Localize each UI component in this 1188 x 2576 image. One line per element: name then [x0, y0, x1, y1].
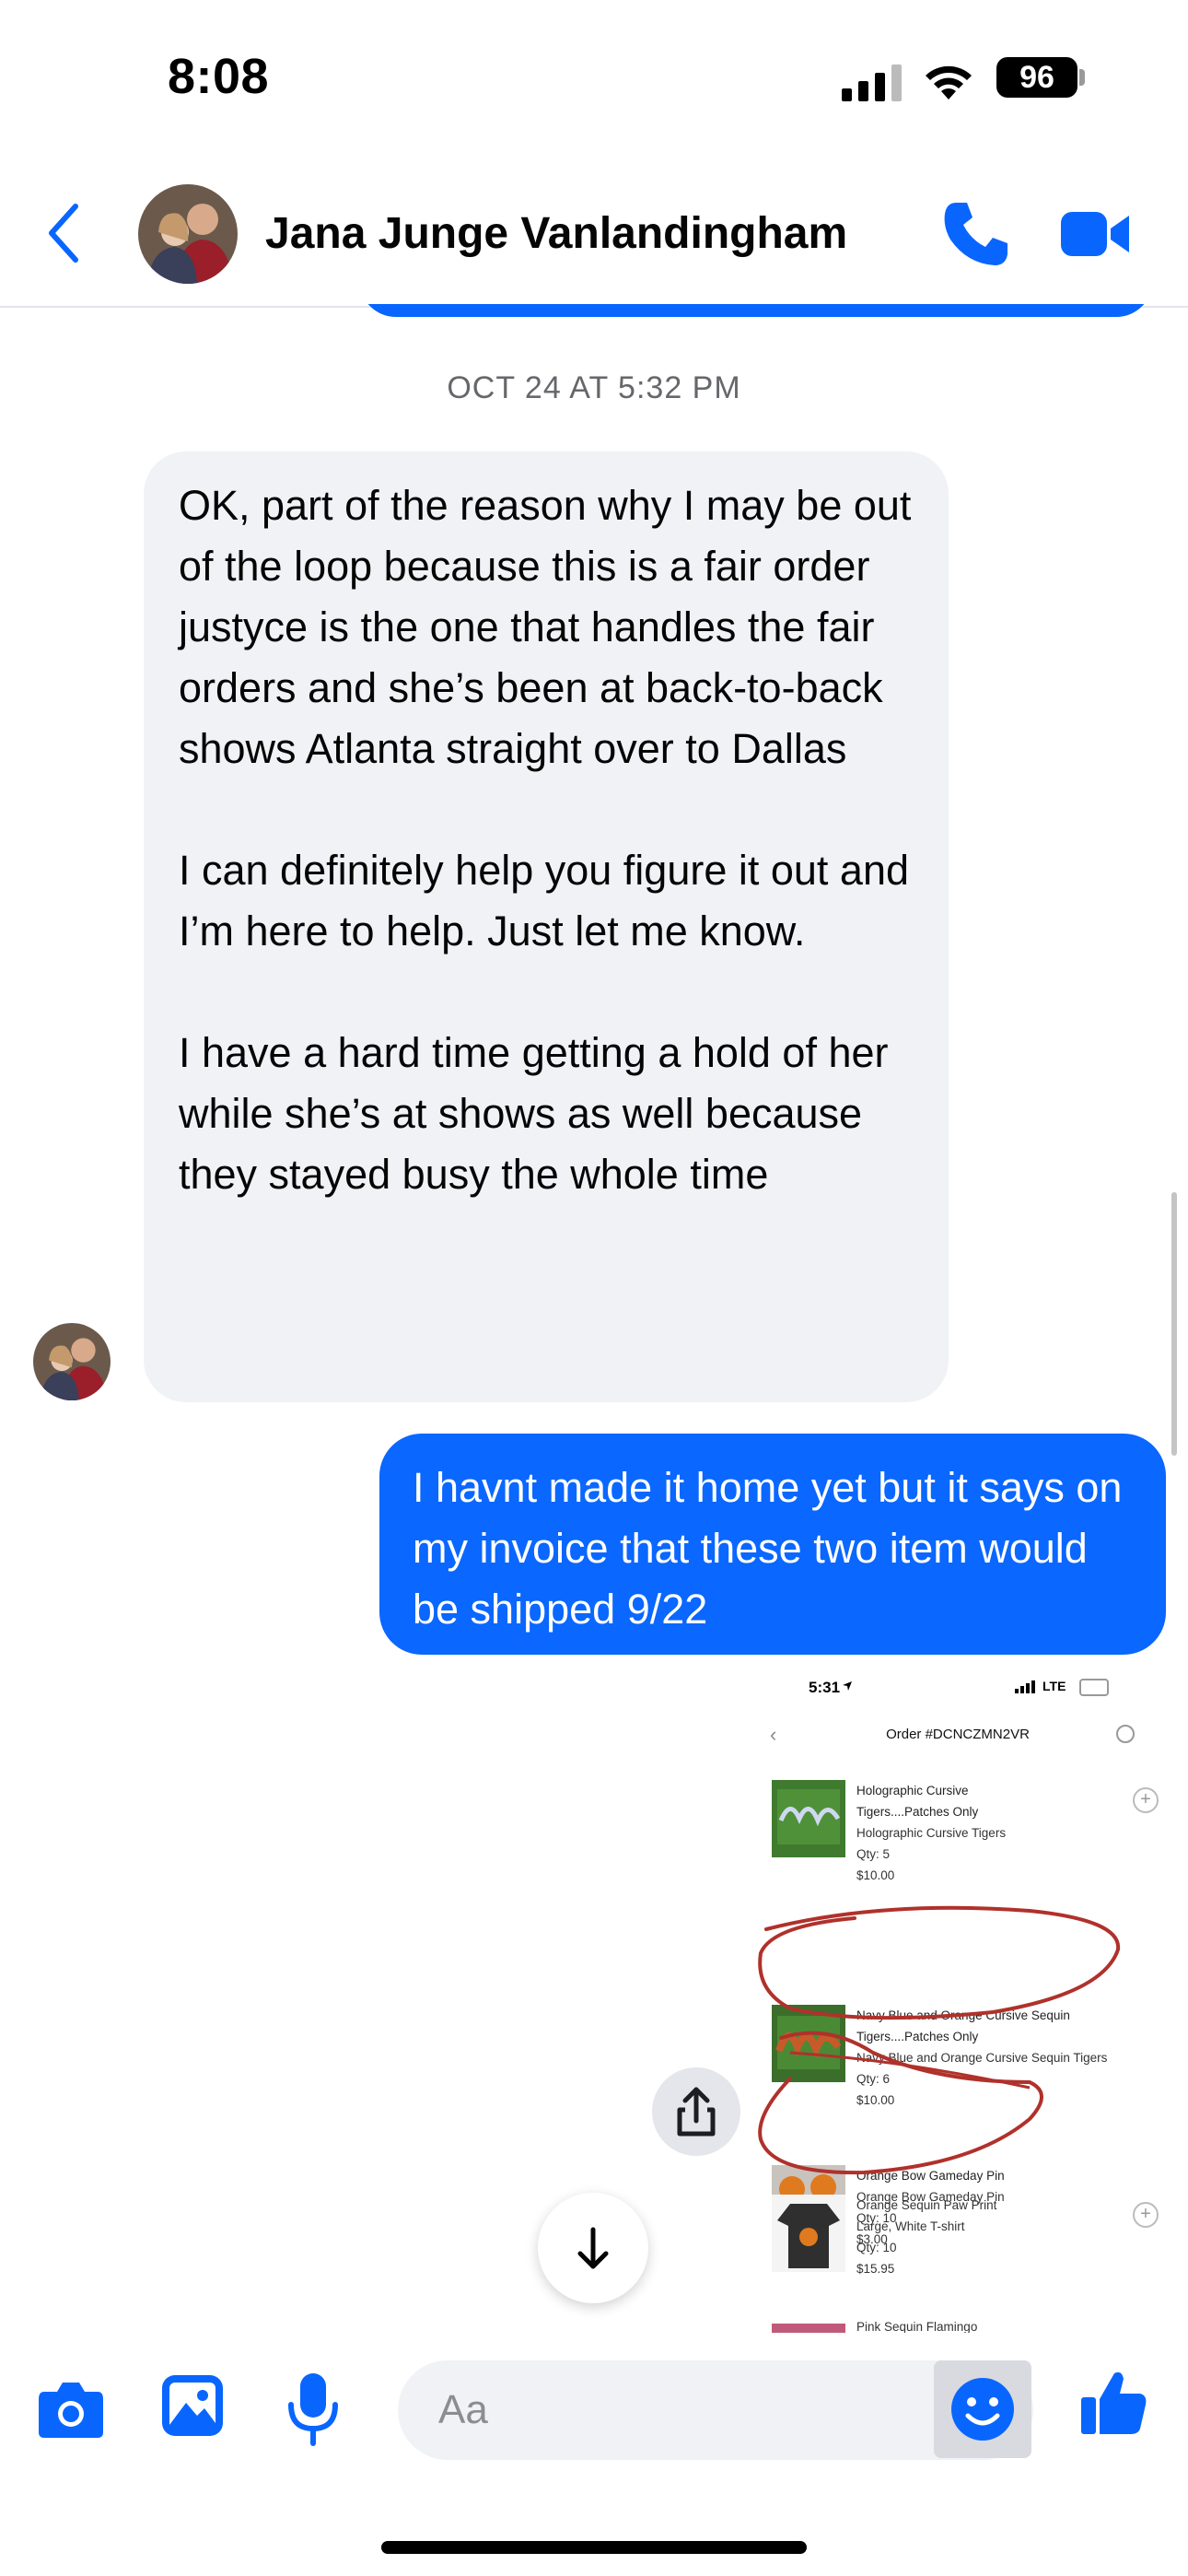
thumbs-up-icon[interactable]: [1079, 2368, 1149, 2438]
battery-indicator: 96: [996, 57, 1077, 98]
battery-nub: [1079, 69, 1085, 86]
incoming-message-paragraph: I have a hard time getting a hold of her…: [179, 1029, 901, 1198]
item-variant: Large, White T-shirt: [856, 2219, 965, 2233]
scrollbar[interactable]: [1171, 1192, 1177, 1456]
outgoing-message-bubble[interactable]: I havnt made it home yet but it says on …: [379, 1434, 1166, 1655]
item-name-cont: Tigers....Patches Only: [856, 1805, 979, 1819]
item-qty: Qty: 10: [856, 2241, 897, 2254]
microphone-icon[interactable]: [285, 2371, 341, 2447]
gallery-icon[interactable]: [160, 2373, 225, 2438]
item-price: $15.95: [856, 2262, 895, 2276]
contact-avatar[interactable]: [138, 184, 238, 284]
back-chevron-icon[interactable]: [44, 201, 85, 265]
message-input-placeholder: Aa: [438, 2387, 488, 2432]
attachment-battery-icon: [1079, 1679, 1109, 1696]
share-icon: [677, 2087, 716, 2137]
incoming-message-paragraph: OK, part of the reason why I may be out …: [179, 482, 923, 772]
home-indicator: [381, 2541, 807, 2554]
video-call-icon[interactable]: [1061, 206, 1131, 262]
outgoing-message-text: I havnt made it home yet but it says on …: [413, 1464, 1123, 1633]
smiley-icon: [951, 2378, 1014, 2441]
location-arrow-icon: [843, 1681, 852, 1691]
contact-name[interactable]: Jana Junge Vanlandingham: [265, 208, 847, 259]
annotation-scribble: [758, 1905, 1121, 2175]
phone-call-icon[interactable]: [941, 199, 1011, 269]
status-time: 8:08: [168, 49, 270, 104]
item-name: Pink Sequin Flamingo: [856, 2320, 978, 2333]
item-price: $10.00: [856, 1868, 895, 1882]
order-item: Holographic Cursive Tigers....Patches On…: [772, 1780, 1159, 1900]
item-thumbnail: [772, 1780, 845, 1857]
scroll-to-bottom-button[interactable]: [538, 2193, 648, 2303]
attachment-signal-icon: [1015, 1680, 1035, 1693]
thread-timestamp: OCT 24 AT 5:32 PM: [447, 370, 741, 405]
item-name: Holographic Cursive: [856, 1784, 969, 1797]
attachment-order-title: Order #DCNCZMN2VR: [886, 1727, 1030, 1742]
item-thumbnail-partial: [772, 2324, 845, 2333]
attachment-network: LTE: [1042, 1679, 1066, 1693]
share-button[interactable]: [652, 2067, 740, 2156]
arrow-down-icon: [577, 2227, 609, 2269]
cellular-signal-icon: [842, 64, 902, 101]
camera-icon[interactable]: [37, 2379, 105, 2440]
item-variant: Holographic Cursive Tigers: [856, 1826, 1007, 1840]
sender-avatar[interactable]: [33, 1323, 111, 1400]
previous-outgoing-bubble-edge: [359, 304, 1153, 317]
incoming-message-bubble[interactable]: OK, part of the reason why I may be out …: [144, 451, 949, 1402]
incoming-message-paragraph: I can definitely help you figure it out …: [179, 847, 921, 954]
item-name: Orange Sequin Paw Print: [856, 2198, 997, 2212]
order-item-lower: Orange Sequin Paw Print Large, White T-s…: [772, 2195, 1159, 2333]
emoji-button[interactable]: [934, 2360, 1031, 2458]
wifi-icon: [926, 65, 972, 100]
add-item-icon: +: [1133, 1787, 1159, 1813]
attachment-chat-icon: [1116, 1725, 1135, 1743]
item-thumbnail: [772, 2195, 845, 2272]
add-item-icon: +: [1133, 2202, 1159, 2228]
item-qty: Qty: 5: [856, 1847, 891, 1861]
attachment-status-time: 5:31: [809, 1679, 841, 1696]
